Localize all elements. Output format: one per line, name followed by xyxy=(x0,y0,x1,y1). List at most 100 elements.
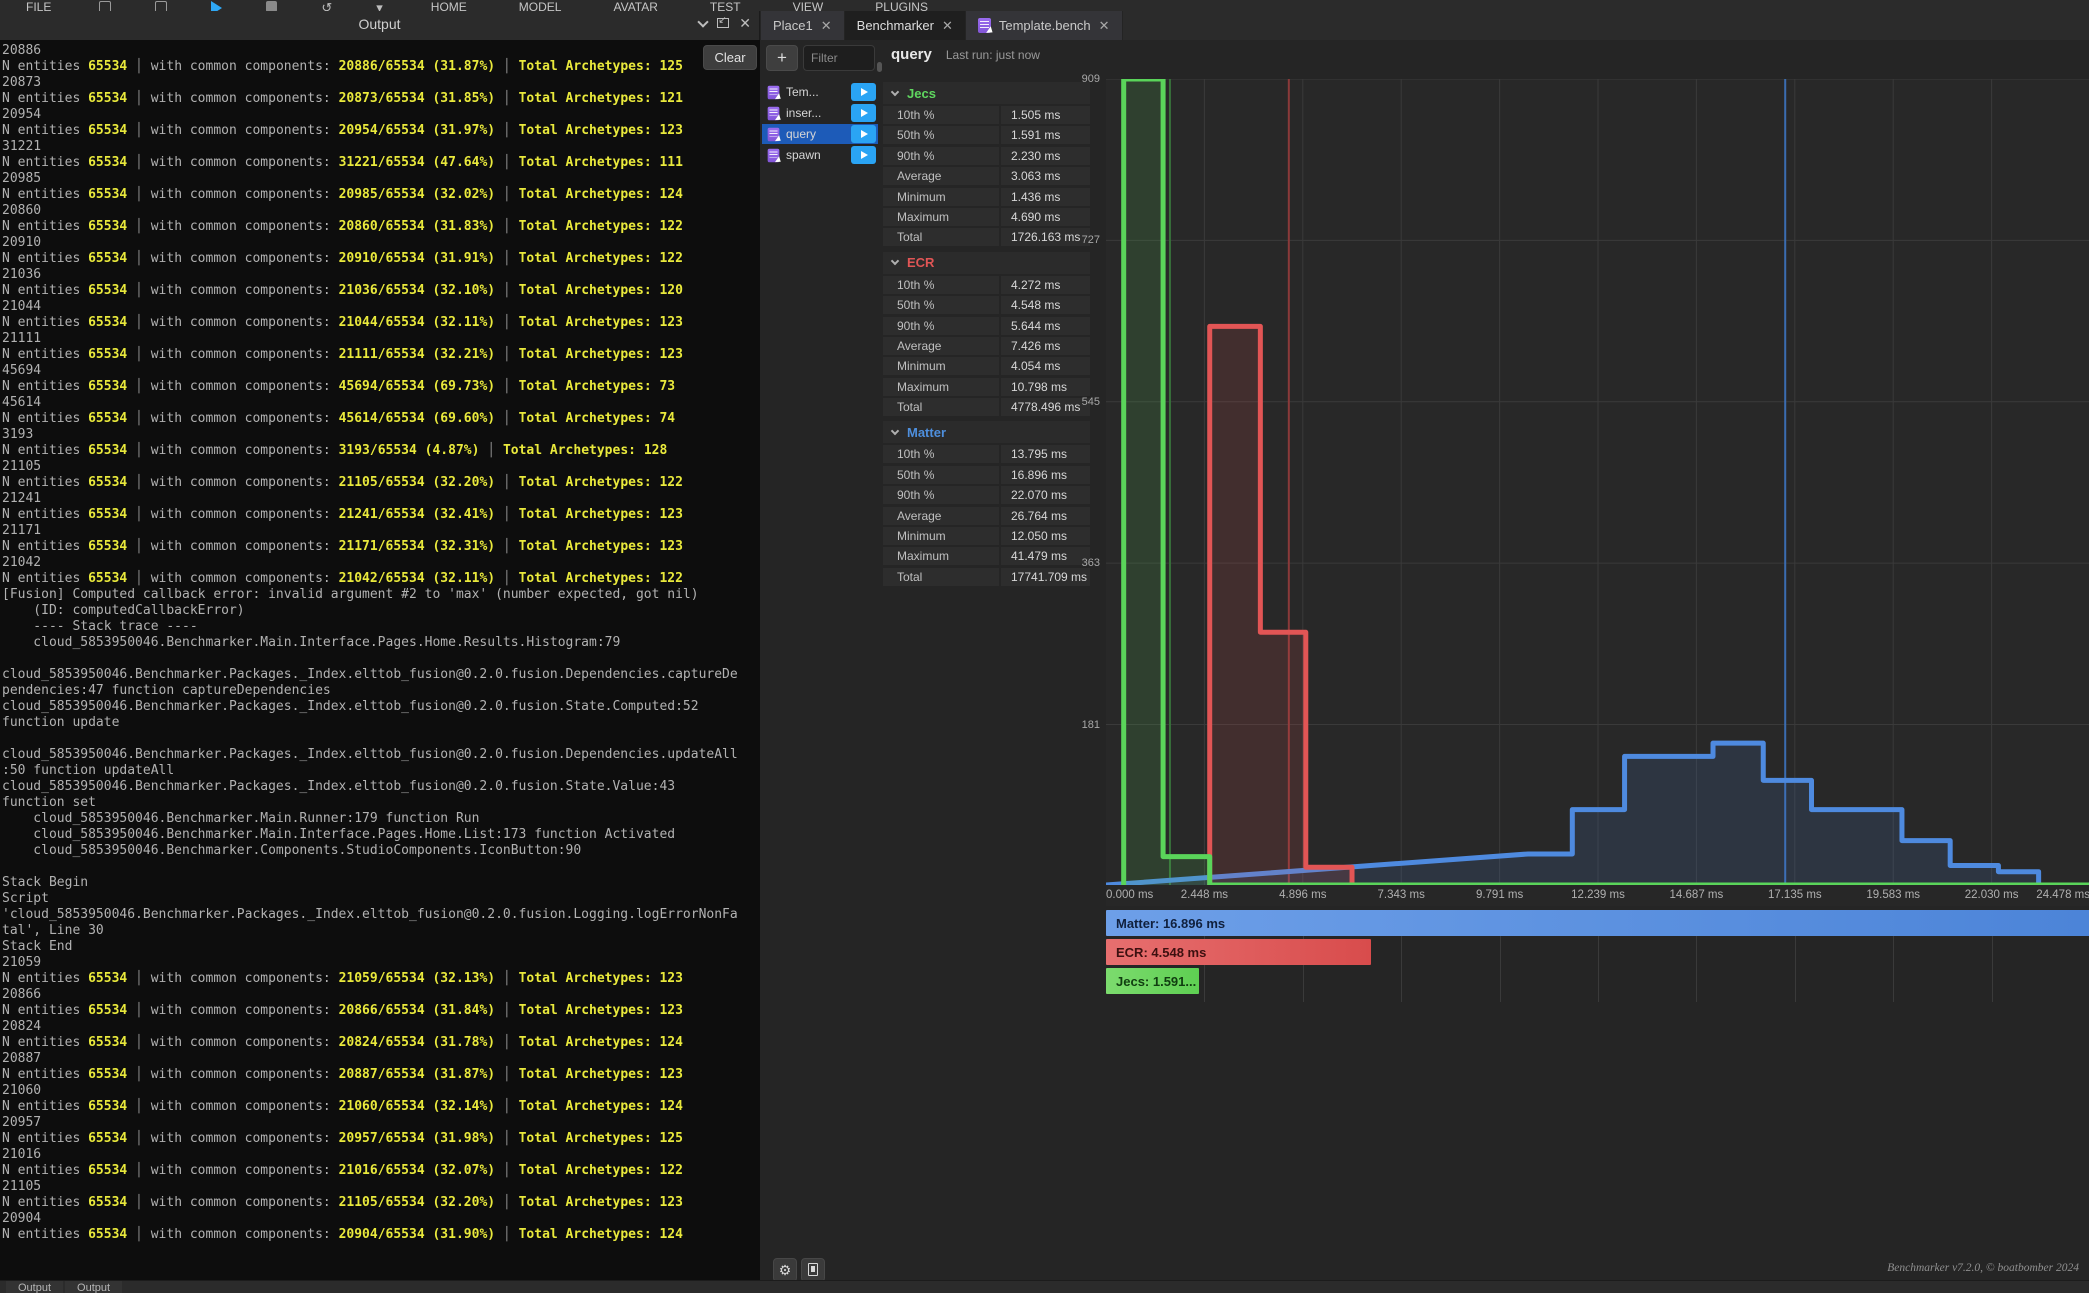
editor-tabbar: Place1✕Benchmarker✕Template.bench✕ xyxy=(761,11,2089,40)
console-log-line: function set xyxy=(2,795,760,811)
dock-window-icon[interactable] xyxy=(717,18,729,28)
benchmarker-plugin-window: + Tem...inser...queryspawn query Last ru… xyxy=(761,40,2089,1280)
console-entity-line: N entities 65534 │ with common component… xyxy=(2,971,760,987)
console-log-line: 21036 xyxy=(2,267,760,283)
console-entity-line: N entities 65534 │ with common component… xyxy=(2,283,760,299)
legend-bar-ecr: ECR: 4.548 ms xyxy=(1106,939,1371,965)
console-log-line: 20860 xyxy=(2,203,760,219)
console-log-line: Stack Begin xyxy=(2,875,760,891)
console-log-line: (ID: computedCallbackError) xyxy=(2,603,760,619)
list-scrollbar-thumb[interactable] xyxy=(877,62,882,72)
section-header-ecr[interactable]: ECR xyxy=(883,252,1090,274)
section-name: ECR xyxy=(907,255,934,270)
run-benchmark-button[interactable] xyxy=(851,146,876,164)
console-log-line: 3193 xyxy=(2,427,760,443)
stat-row: Total1726.163 ms xyxy=(883,228,1090,246)
stat-label: Minimum xyxy=(883,357,999,375)
chevron-down-icon xyxy=(891,427,899,435)
section-header-matter[interactable]: Matter xyxy=(883,421,1090,443)
chevron-down-icon[interactable] xyxy=(698,16,709,27)
y-axis-tick-label: 727 xyxy=(1062,234,1100,246)
stop-icon[interactable] xyxy=(266,1,277,11)
menu-plugins[interactable]: PLUGINS xyxy=(849,0,954,11)
console-log-line: 20957 xyxy=(2,1115,760,1131)
stat-label: Maximum xyxy=(883,208,999,226)
tab-benchmarker[interactable]: Benchmarker ✕ xyxy=(845,11,966,40)
tab-place1[interactable]: Place1✕ xyxy=(761,11,845,40)
legend-bar-matter: Matter: 16.896 ms xyxy=(1106,910,2089,936)
console-log-line: pendencies:47 function captureDependenci… xyxy=(2,683,760,699)
stat-label: 10th % xyxy=(883,445,999,463)
x-axis-tick-label: 0.000 ms xyxy=(1106,889,1153,901)
benchmark-item-query[interactable]: query xyxy=(762,124,878,144)
tab-close-icon[interactable]: ✕ xyxy=(1099,18,1110,34)
stat-label: 10th % xyxy=(883,106,999,124)
console-log-line: 20904 xyxy=(2,1211,760,1227)
console-entity-line: N entities 65534 │ with common component… xyxy=(2,443,760,459)
dropdown-caret-icon[interactable]: ▾ xyxy=(376,1,383,11)
menu-file[interactable]: FILE xyxy=(0,0,77,11)
console-log-line: 20985 xyxy=(2,171,760,187)
stat-row: 90th %22.070 ms xyxy=(883,486,1090,504)
run-benchmark-button[interactable] xyxy=(851,125,876,143)
play-icon xyxy=(861,151,868,159)
run-benchmark-button[interactable] xyxy=(851,83,876,101)
paste-icon[interactable] xyxy=(155,1,167,11)
histogram-svg xyxy=(1106,79,2089,885)
section-header-jecs[interactable]: Jecs xyxy=(883,82,1090,104)
plugin-credit: Benchmarker v7.2.0, © boatbomber 2024 xyxy=(1887,1262,2079,1274)
console-log-line: cloud_5853950046.Benchmarker.Packages._I… xyxy=(2,667,760,683)
docs-button[interactable] xyxy=(801,1258,825,1282)
play-icon[interactable] xyxy=(211,1,222,11)
menu-avatar[interactable]: AVATAR xyxy=(587,0,683,11)
console-log-line: 21241 xyxy=(2,491,760,507)
x-axis-tick-label: 2.448 ms xyxy=(1181,889,1228,901)
console-log-line: 21042 xyxy=(2,555,760,571)
benchmark-item-label: spawn xyxy=(786,148,845,162)
settings-button[interactable]: ⚙ xyxy=(773,1258,797,1282)
add-benchmark-button[interactable]: + xyxy=(766,45,798,71)
menu-model[interactable]: MODEL xyxy=(493,0,588,11)
statusbar-tab-output[interactable]: Output xyxy=(65,1281,122,1293)
menu-test[interactable]: TEST xyxy=(684,0,767,11)
tab-template-bench[interactable]: Template.bench✕ xyxy=(966,11,1123,40)
stat-row: 50th %4.548 ms xyxy=(883,296,1090,314)
stat-row: Maximum4.690 ms xyxy=(883,208,1090,226)
x-axis-tick-label: 17.135 ms xyxy=(1768,889,1822,901)
benchmark-item-inser[interactable]: inser... xyxy=(762,103,878,123)
clipboard-icon[interactable] xyxy=(99,1,111,11)
book-icon xyxy=(808,1263,818,1276)
tab-close-icon[interactable]: ✕ xyxy=(821,18,832,34)
clear-output-button[interactable]: Clear xyxy=(703,45,757,70)
stat-row: Minimum4.054 ms xyxy=(883,357,1090,375)
tab-label: Benchmarker xyxy=(857,18,934,33)
tab-close-icon[interactable]: ✕ xyxy=(942,18,953,34)
benchmark-item-spawn[interactable]: spawn xyxy=(762,145,878,165)
menu-items: HOMEMODELAVATARTESTVIEWPLUGINS xyxy=(405,0,954,11)
menu-view[interactable]: VIEW xyxy=(767,0,850,11)
x-axis-tick-label: 14.687 ms xyxy=(1670,889,1724,901)
undo-icon[interactable]: ↺ xyxy=(321,1,332,11)
x-axis-tick-label: 19.583 ms xyxy=(1866,889,1920,901)
console-entity-line: N entities 65534 │ with common component… xyxy=(2,571,760,587)
console-entity-line: N entities 65534 │ with common component… xyxy=(2,411,760,427)
console-entity-line: N entities 65534 │ with common component… xyxy=(2,475,760,491)
filter-input[interactable] xyxy=(803,45,875,71)
benchmark-item-Tem[interactable]: Tem... xyxy=(762,82,878,102)
console-entity-line: N entities 65534 │ with common component… xyxy=(2,1099,760,1115)
statusbar-tab-output[interactable]: Output xyxy=(6,1281,63,1293)
run-benchmark-button[interactable] xyxy=(851,104,876,122)
console-log-line: Stack End xyxy=(2,939,760,955)
console-log-line: 45614 xyxy=(2,395,760,411)
stat-row: Total4778.496 ms xyxy=(883,398,1090,416)
console-log-line: cloud_5853950046.Benchmarker.Packages._I… xyxy=(2,747,760,763)
benchmark-item-label: query xyxy=(786,127,845,141)
stat-label: Average xyxy=(883,337,999,355)
console-log-line: function update xyxy=(2,715,760,731)
close-icon[interactable]: ✕ xyxy=(739,17,751,29)
menu-home[interactable]: HOME xyxy=(405,0,493,11)
console-log-line: 'cloud_5853950046.Benchmarker.Packages._… xyxy=(2,907,760,923)
console-log-line: cloud_5853950046.Benchmarker.Main.Runner… xyxy=(2,811,760,827)
console-entity-line: N entities 65534 │ with common component… xyxy=(2,251,760,267)
y-axis-tick-label: 545 xyxy=(1062,396,1100,408)
